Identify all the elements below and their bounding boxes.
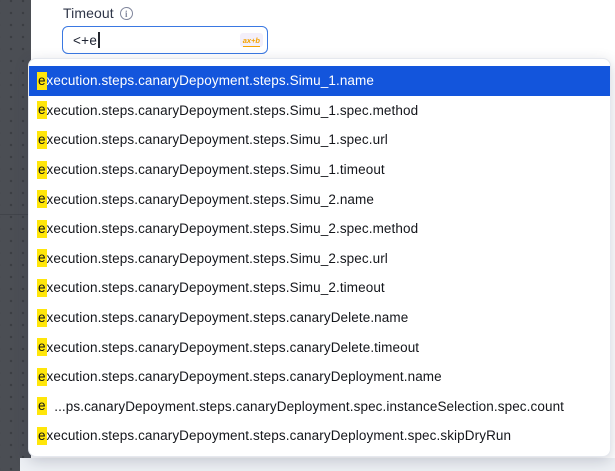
timeout-input-value: <+e [73,33,97,48]
match-highlight: e [37,220,47,238]
pipeline-canvas [0,0,31,471]
suggestion-item[interactable]: execution.steps.canaryDepoyment.steps.Si… [29,244,610,274]
info-icon[interactable]: i [120,7,133,20]
match-highlight: e [37,338,47,356]
suggestion-item[interactable]: execution.steps.canaryDepoyment.steps.ca… [29,303,610,333]
match-highlight: e [37,427,47,445]
expression-mode-icon: ax+b [240,33,263,48]
match-highlight: e [37,72,47,90]
match-highlight: e [37,279,47,297]
canvas-divider [0,214,31,215]
suggestion-item[interactable]: execution.steps.canaryDepoyment.steps.ca… [29,421,610,451]
panel-footer-strip [20,458,615,471]
match-highlight: e [37,309,47,327]
suggestion-item[interactable]: execution.steps.canaryDepoyment.steps.Si… [29,184,610,214]
match-highlight: e [37,249,47,267]
expression-suggestions-dropdown: execution.steps.canaryDepoyment.steps.Si… [28,58,611,457]
suggestion-item[interactable]: execution.steps.canaryDepoyment.steps.ca… [29,332,610,362]
match-highlight: e [37,101,47,119]
suggestion-item[interactable]: execution.steps.canaryDepoyment.steps.ca… [29,362,610,392]
step-settings-panel: Timeout i <+e ax+b [31,0,615,58]
match-highlight: e [37,368,47,386]
timeout-field-label-row: Timeout i [63,5,133,21]
match-highlight: e [37,161,47,179]
suggestion-item[interactable]: execution.steps.canaryDepoyment.steps.Si… [29,214,610,244]
suggestion-item[interactable]: execution.steps.canaryDepoyment.steps.Si… [29,96,610,126]
text-caret [98,32,100,48]
match-highlight: e [37,190,47,208]
suggestion-item[interactable]: execution.steps.canaryDepoyment.steps.Si… [29,66,610,96]
timeout-label: Timeout [63,5,114,21]
suggestion-item[interactable]: e ...ps.canaryDepoyment.steps.canaryDepl… [29,392,610,422]
match-highlight: e [37,131,47,149]
match-highlight: e [37,397,47,415]
suggestion-item[interactable]: execution.steps.canaryDepoyment.steps.Si… [29,125,610,155]
timeout-input[interactable]: <+e ax+b [62,26,268,54]
suggestion-item[interactable]: execution.steps.canaryDepoyment.steps.Si… [29,273,610,303]
suggestion-item[interactable]: execution.steps.canaryDepoyment.steps.Si… [29,155,610,185]
